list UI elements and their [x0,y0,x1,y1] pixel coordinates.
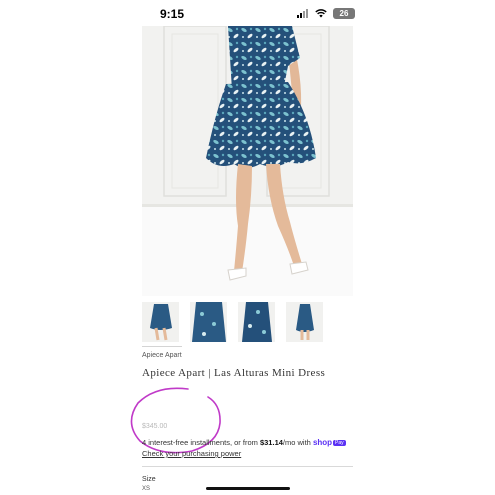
product-title: Apiece Apart | Las Alturas Mini Dress [142,367,326,379]
thumbnail-1[interactable] [142,302,179,342]
divider [142,466,353,467]
shop-pay-badge: Pay [333,440,346,446]
home-indicator[interactable] [206,487,290,490]
battery-level: 26 [339,9,349,18]
status-time: 9:15 [160,7,185,21]
check-purchasing-power-link[interactable]: Check your purchasing power [142,449,241,458]
product-brand: Apiece Apart [142,352,182,359]
thumbnail-4[interactable] [286,302,323,342]
product-price: $345.00 [142,423,168,430]
installments-prefix: 4 interest-free installments, or from [142,438,260,447]
installments-suffix: /mo with [282,438,313,447]
battery-icon: 26 [333,8,355,19]
signal-icon [297,9,308,18]
installments-text: 4 interest-free installments, or from $3… [142,438,346,447]
installment-amount: $31.14 [259,438,283,447]
divider [142,346,182,347]
thumbnail-3[interactable] [238,302,275,342]
wifi-icon [315,9,327,18]
status-bar: 9:15 26 [0,0,495,26]
thumbnail-2[interactable] [190,302,227,342]
product-hero-image[interactable] [142,26,353,296]
size-label: Size [142,476,156,483]
status-icons: 26 [297,8,355,19]
thumbnail-strip [142,302,353,342]
shop-pay-logo: shop [312,438,333,447]
size-value[interactable]: XS [142,486,150,492]
